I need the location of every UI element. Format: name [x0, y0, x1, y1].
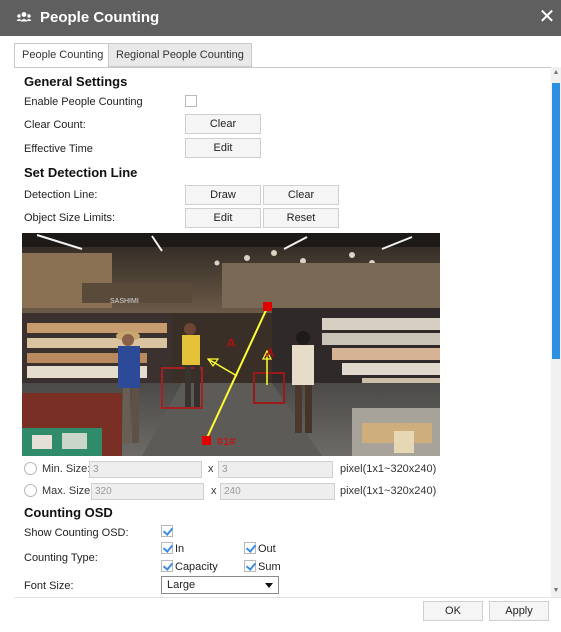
min-size-range: pixel(1x1~320x240): [340, 463, 437, 475]
clear-count-label: Clear Count:: [24, 119, 86, 131]
counting-type-capacity-checkbox[interactable]: [161, 560, 173, 572]
camera-scene: SASHIMI A A #1#: [22, 233, 440, 456]
line-id-label: #1#: [217, 436, 236, 448]
tab-people-counting[interactable]: People Counting: [14, 43, 112, 68]
scroll-up-icon[interactable]: ▲: [551, 67, 561, 79]
max-size-x-sign: x: [211, 485, 217, 497]
direction-label-a: A: [227, 336, 235, 350]
window-title: People Counting: [40, 9, 160, 26]
object-size-edit-button[interactable]: Edit: [185, 208, 261, 228]
counting-type-capacity-label: Capacity: [175, 561, 218, 573]
counting-type-sum-label: Sum: [258, 561, 281, 573]
clear-count-button[interactable]: Clear: [185, 114, 261, 134]
font-size-label: Font Size:: [24, 580, 74, 592]
counting-type-in-checkbox[interactable]: [161, 542, 173, 554]
people-group-icon: [16, 12, 32, 22]
counting-type-sum-checkbox[interactable]: [244, 560, 256, 572]
draw-line-button[interactable]: Draw: [185, 185, 261, 205]
dropdown-caret-icon: [265, 583, 273, 588]
tab-content-border: [14, 67, 561, 68]
enable-people-counting-label: Enable People Counting: [24, 96, 143, 108]
effective-time-label: Effective Time: [24, 143, 93, 155]
counting-osd-heading: Counting OSD: [24, 505, 113, 520]
object-size-limits-label: Object Size Limits:: [24, 212, 116, 224]
store-sign: SASHIMI: [110, 298, 139, 305]
enable-people-counting-checkbox[interactable]: [185, 95, 197, 107]
min-size-label: Min. Size:: [42, 463, 91, 475]
counting-type-out-label: Out: [258, 543, 276, 555]
vertical-scrollbar[interactable]: ▲ ▼: [551, 67, 561, 597]
line-end-handle[interactable]: [202, 436, 211, 445]
max-size-width-input[interactable]: 320: [91, 483, 204, 500]
scroll-down-icon[interactable]: ▼: [551, 585, 561, 597]
effective-time-edit-button[interactable]: Edit: [185, 138, 261, 158]
set-detection-line-heading: Set Detection Line: [24, 165, 138, 180]
min-size-height-input[interactable]: 3: [218, 461, 333, 478]
camera-preview[interactable]: SASHIMI A A #1#: [22, 233, 440, 456]
font-size-value: Large: [167, 579, 196, 591]
scrollbar-thumb[interactable]: [552, 83, 560, 359]
min-size-x-sign: x: [208, 463, 214, 475]
show-counting-osd-label: Show Counting OSD:: [24, 527, 129, 539]
min-size-radio[interactable]: [24, 462, 37, 475]
counting-type-in-label: In: [175, 543, 185, 555]
apply-button[interactable]: Apply: [489, 601, 549, 621]
max-size-height-input[interactable]: 240: [220, 483, 335, 500]
general-settings-heading: General Settings: [24, 74, 128, 89]
footer-divider: [14, 597, 561, 598]
object-size-reset-button[interactable]: Reset: [263, 208, 339, 228]
ok-button[interactable]: OK: [423, 601, 483, 621]
direction-label-a-2: A: [266, 346, 274, 360]
font-size-select[interactable]: Large: [161, 576, 279, 594]
max-size-label: Max. Size:: [42, 485, 94, 497]
detection-line-label: Detection Line:: [24, 189, 98, 201]
min-size-width-input[interactable]: 3: [89, 461, 202, 478]
show-counting-osd-checkbox[interactable]: [161, 525, 173, 537]
counting-type-label: Counting Type:: [24, 552, 98, 564]
tab-regional-people-counting[interactable]: Regional People Counting: [108, 43, 252, 67]
clear-line-button[interactable]: Clear: [263, 185, 339, 205]
close-icon[interactable]: ✕: [535, 5, 559, 29]
counting-type-out-checkbox[interactable]: [244, 542, 256, 554]
max-size-radio[interactable]: [24, 484, 37, 497]
line-start-handle[interactable]: [263, 302, 272, 311]
title-bar: People Counting ✕: [0, 0, 561, 36]
max-size-range: pixel(1x1~320x240): [340, 485, 437, 497]
